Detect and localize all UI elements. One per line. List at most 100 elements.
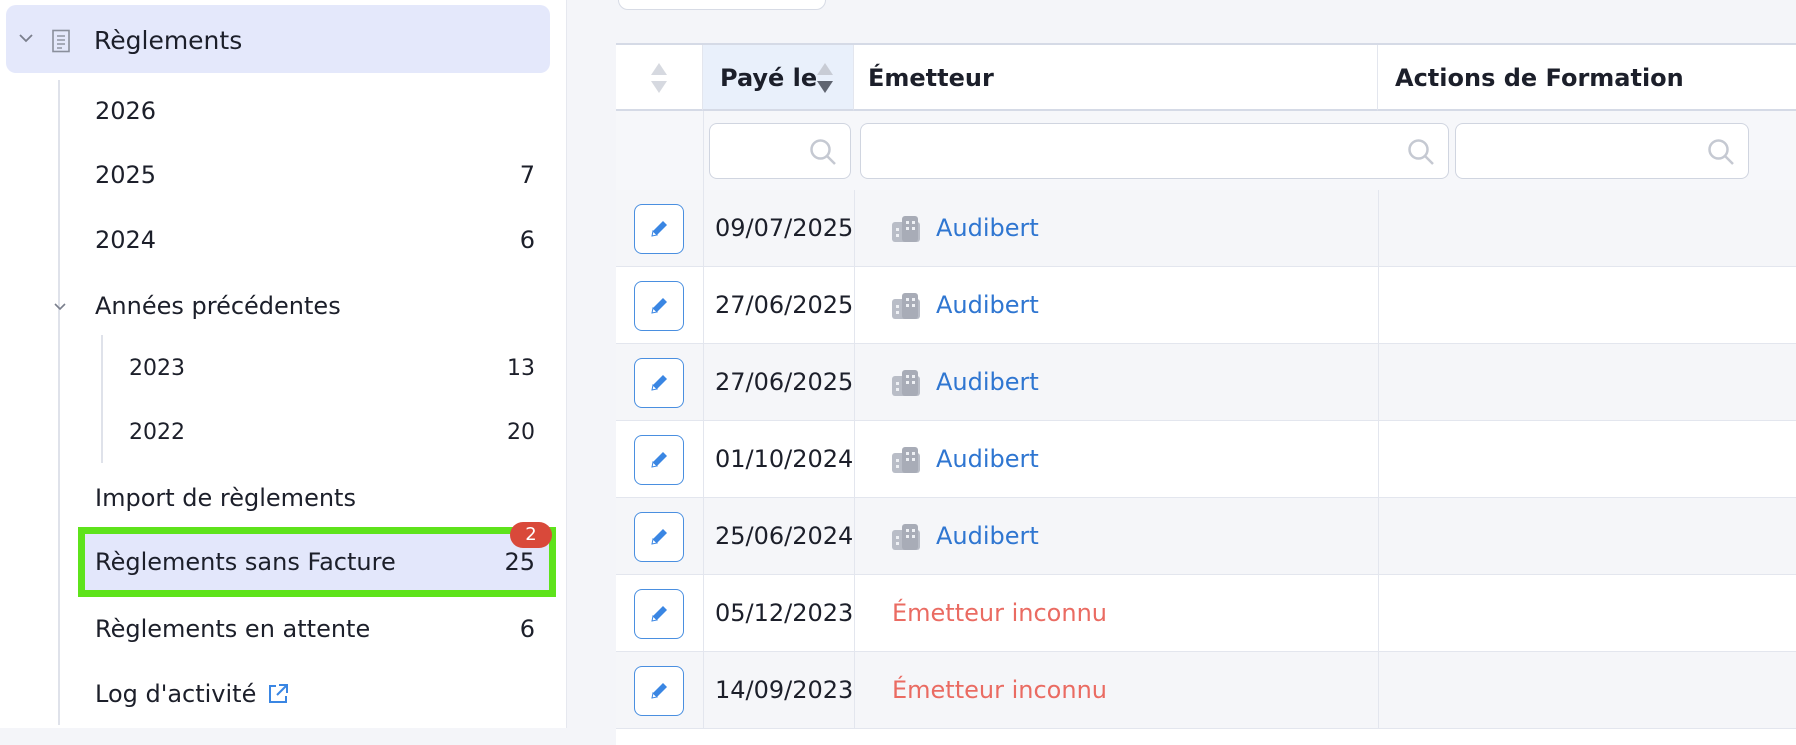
edit-button[interactable] — [634, 281, 684, 331]
emitter-unknown: Émetteur inconnu — [892, 676, 1107, 704]
column-divider — [1378, 344, 1379, 420]
building-icon — [892, 293, 920, 319]
toolbar-button[interactable] — [618, 0, 826, 10]
building-icon — [892, 524, 920, 550]
sidebar-item-label: Règlements sans Facture — [95, 548, 396, 576]
table-row[interactable]: 25/06/2024 Audibert — [616, 498, 1796, 575]
edit-button[interactable] — [634, 512, 684, 562]
edit-button[interactable] — [634, 589, 684, 639]
column-header-paye-le[interactable]: Payé le — [703, 45, 854, 111]
filter-row — [616, 111, 1796, 191]
emitter-link[interactable]: Audibert — [936, 190, 1039, 267]
sidebar-item-2026[interactable]: 2026 — [95, 86, 535, 136]
receipt-icon — [52, 29, 70, 53]
cell-paye-le: 01/10/2024 — [715, 445, 854, 473]
sidebar-item-count: 20 — [507, 420, 535, 445]
sidebar-item-label: 2025 — [95, 161, 157, 189]
tree-line — [58, 80, 60, 725]
filter-input-paye-le[interactable] — [709, 123, 851, 179]
sidebar-item-label: Années précédentes — [95, 292, 341, 320]
emitter-link[interactable]: Audibert — [936, 421, 1039, 498]
sidebar-item-count: 6 — [519, 615, 535, 643]
table-row[interactable]: 05/12/2023 Émetteur inconnu — [616, 575, 1796, 652]
emitter-link[interactable]: Audibert — [936, 267, 1039, 344]
sidebar-item-annees-precedentes[interactable]: Années précédentes — [95, 281, 535, 331]
table-row[interactable]: 27/06/2025 Audibert — [616, 267, 1796, 344]
building-icon — [892, 447, 920, 473]
sort-icon[interactable] — [815, 61, 835, 95]
column-header-sort[interactable] — [616, 45, 703, 111]
building-icon — [892, 216, 920, 242]
column-divider — [703, 498, 704, 574]
column-divider — [854, 498, 855, 574]
emitter-unknown: Émetteur inconnu — [892, 599, 1107, 627]
column-divider — [1378, 498, 1379, 574]
column-divider — [703, 190, 704, 266]
column-divider — [703, 575, 704, 651]
column-header-emetteur[interactable]: Émetteur — [854, 45, 1378, 111]
filter-input-actions-formation[interactable] — [1455, 123, 1749, 179]
table-row[interactable]: 14/09/2023 Émetteur inconnu — [616, 652, 1796, 729]
column-divider — [1378, 575, 1379, 651]
sidebar-item-label: Règlements en attente — [95, 615, 371, 643]
sidebar-item-2025[interactable]: 2025 7 — [95, 150, 535, 200]
sidebar-item-2023[interactable]: 2023 13 — [129, 344, 535, 394]
sidebar-item-import-reglements[interactable]: Import de règlements — [95, 473, 535, 523]
column-divider — [703, 111, 704, 190]
cell-paye-le: 14/09/2023 — [715, 676, 854, 704]
sidebar-item-2022[interactable]: 2022 20 — [129, 408, 535, 458]
column-divider — [854, 575, 855, 651]
sidebar-item-label: 2022 — [129, 420, 185, 445]
pencil-icon — [651, 375, 667, 391]
payments-table: Payé le Émetteur Actions de Formation 09… — [616, 43, 1796, 745]
column-header-label: Payé le — [720, 64, 818, 92]
sidebar-item-log-activite[interactable]: Log d'activité — [95, 669, 535, 719]
sidebar-item-label: Log d'activité — [95, 680, 257, 708]
chevron-down-icon[interactable] — [53, 302, 67, 312]
pencil-icon — [651, 529, 667, 545]
sidebar-item-label: 2023 — [129, 356, 185, 381]
pencil-icon — [651, 221, 667, 237]
column-divider — [1378, 652, 1379, 728]
pencil-icon — [651, 683, 667, 699]
search-icon — [1708, 139, 1734, 165]
emitter-link[interactable]: Audibert — [936, 498, 1039, 575]
column-header-label: Émetteur — [868, 64, 994, 92]
pencil-icon — [651, 606, 667, 622]
sidebar-item-label: Import de règlements — [95, 484, 356, 512]
column-divider — [854, 421, 855, 497]
cell-paye-le: 09/07/2025 — [715, 214, 854, 242]
search-icon — [810, 139, 836, 165]
sidebar-item-count: 13 — [507, 356, 535, 381]
table-row[interactable]: 01/10/2024 Audibert — [616, 421, 1796, 498]
cell-paye-le: 25/06/2024 — [715, 522, 854, 550]
notification-badge: 2 — [510, 522, 552, 548]
chevron-down-icon[interactable] — [18, 32, 34, 44]
column-divider — [703, 421, 704, 497]
sidebar-item-reglements-sans-facture[interactable]: Règlements sans Facture 25 — [95, 537, 535, 587]
tree-line — [101, 335, 103, 463]
sidebar-item-reglements-en-attente[interactable]: Règlements en attente 6 — [95, 604, 535, 654]
column-header-actions-formation[interactable]: Actions de Formation — [1378, 45, 1796, 111]
sidebar-item-label: 2026 — [95, 97, 157, 125]
edit-button[interactable] — [634, 358, 684, 408]
edit-button[interactable] — [634, 204, 684, 254]
sidebar-item-2024[interactable]: 2024 6 — [95, 215, 535, 265]
filter-input-emetteur[interactable] — [860, 123, 1449, 179]
external-link-icon[interactable] — [266, 682, 290, 706]
cell-paye-le: 27/06/2025 — [715, 291, 854, 319]
pencil-icon — [651, 452, 667, 468]
sidebar-item-count: 7 — [519, 161, 535, 189]
table-row[interactable]: 27/06/2025 Audibert — [616, 344, 1796, 421]
sidebar-section-reglements[interactable]: Règlements — [6, 5, 550, 73]
column-divider — [854, 190, 855, 266]
cell-paye-le: 27/06/2025 — [715, 368, 854, 396]
column-divider — [703, 344, 704, 420]
table-row[interactable]: 09/07/2025 Audibert — [616, 190, 1796, 267]
sort-icon[interactable] — [649, 61, 669, 95]
edit-button[interactable] — [634, 435, 684, 485]
column-divider — [1378, 267, 1379, 343]
building-icon — [892, 370, 920, 396]
edit-button[interactable] — [634, 666, 684, 716]
emitter-link[interactable]: Audibert — [936, 344, 1039, 421]
